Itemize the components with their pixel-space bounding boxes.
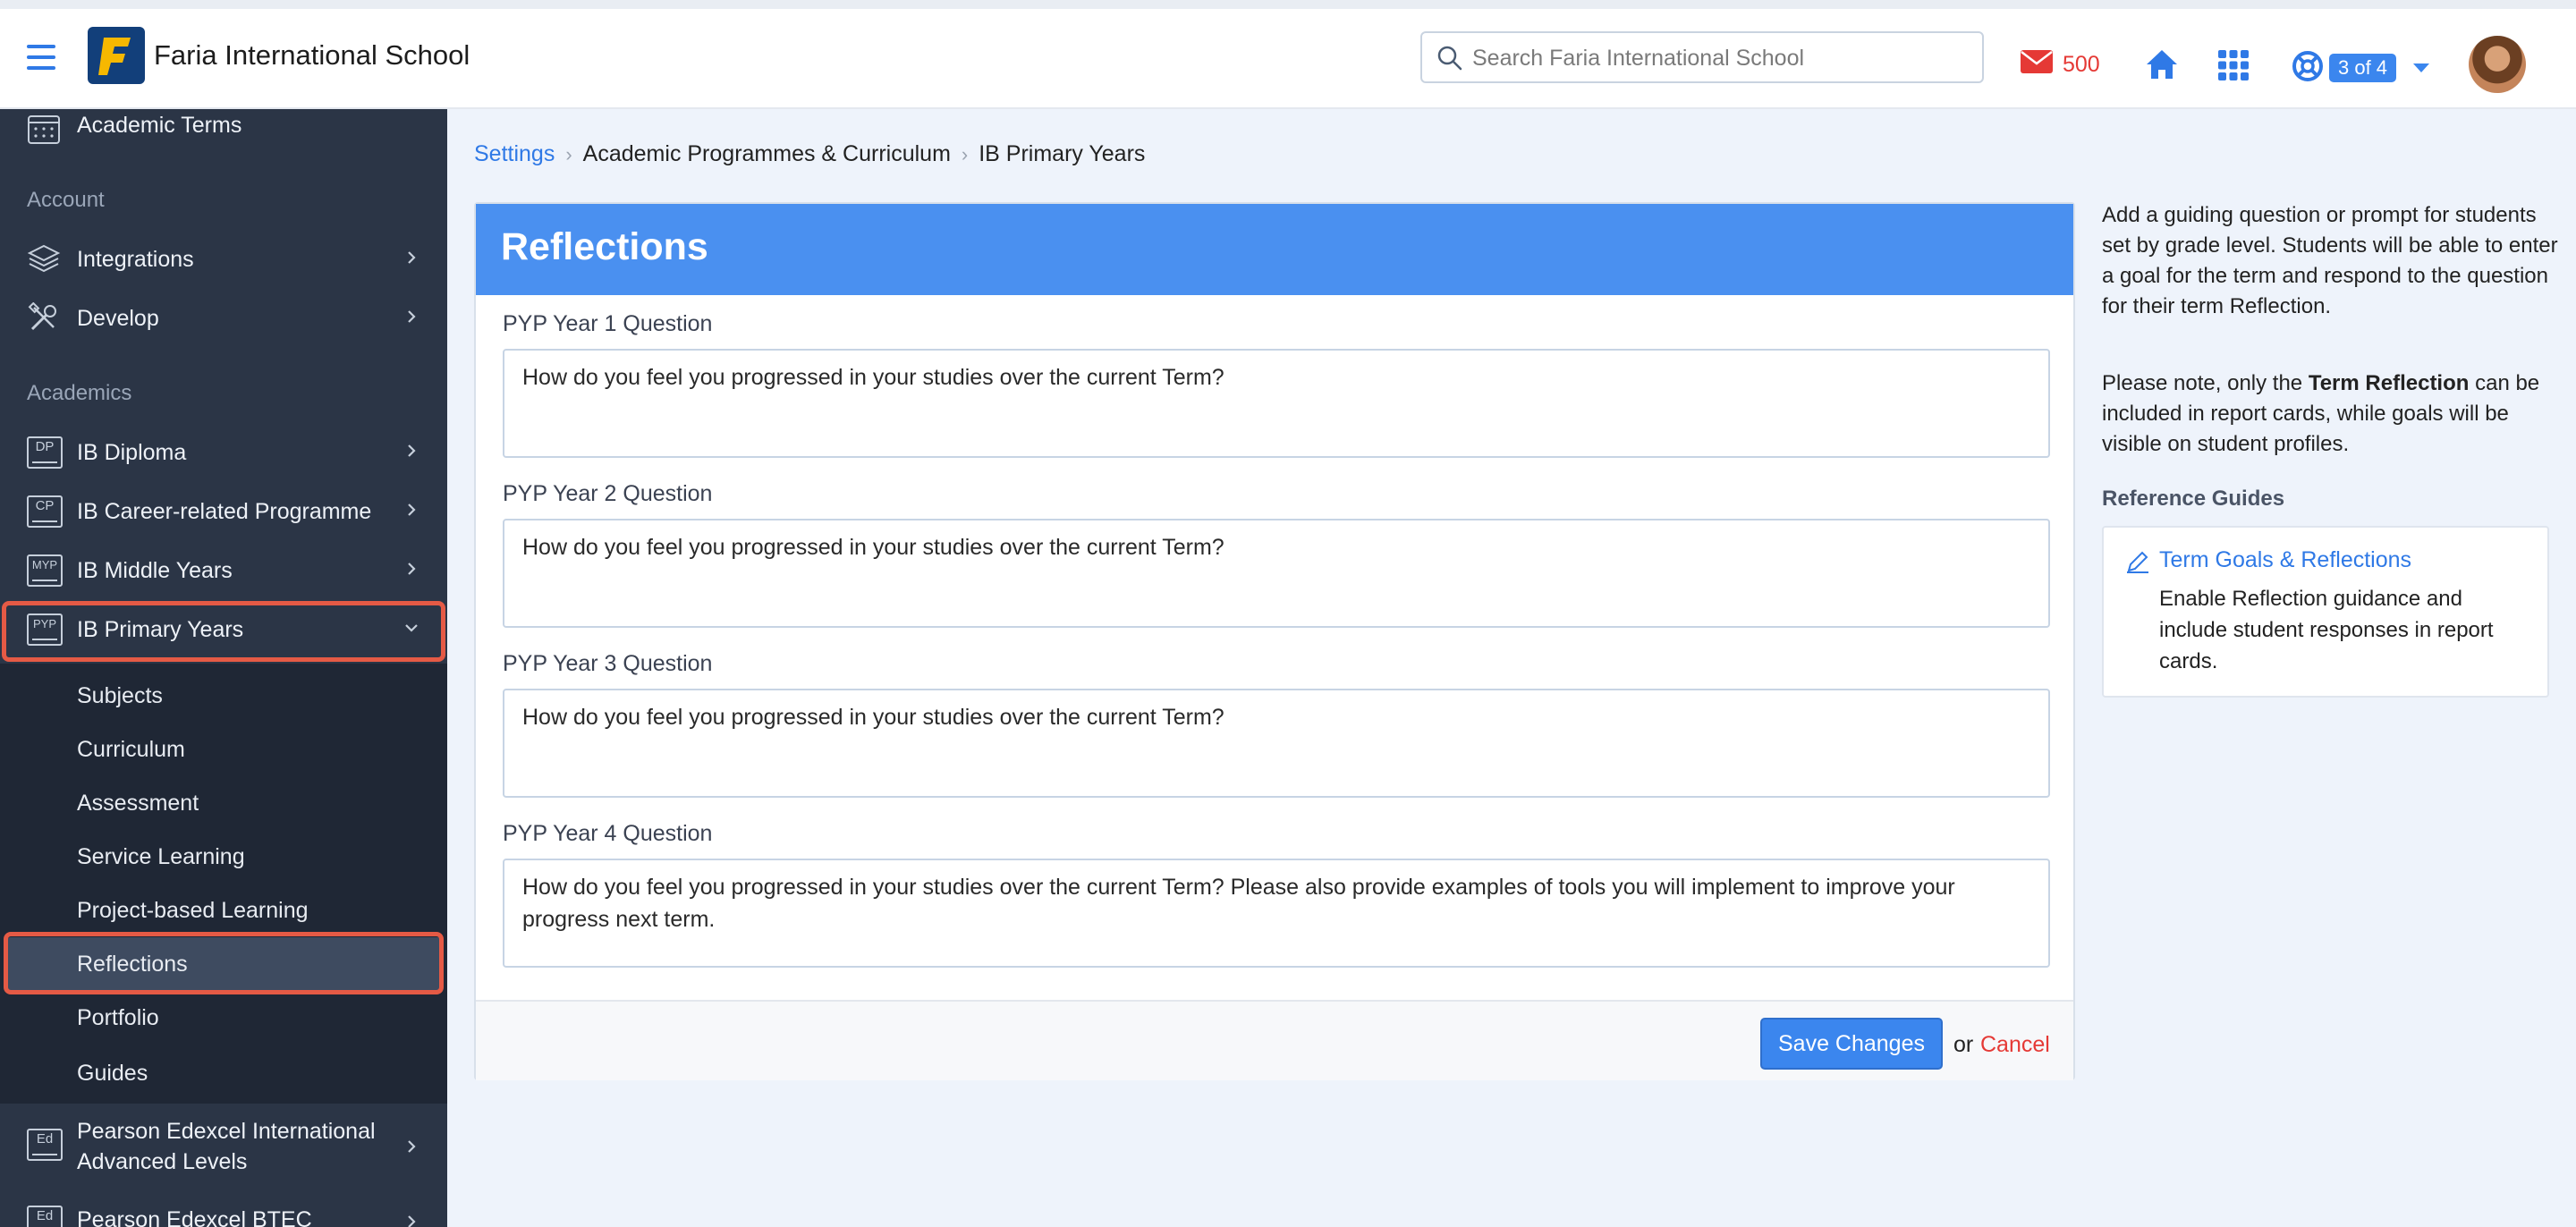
sidebar-item-label: IB Middle Years xyxy=(77,558,233,583)
sidebar-item-label-line2: Advanced Levels xyxy=(77,1149,248,1174)
help-note-before: Please note, only the xyxy=(2102,371,2309,395)
page-title: Reflections xyxy=(501,225,708,268)
search-input[interactable] xyxy=(1472,40,1973,76)
panel-header: Reflections xyxy=(476,204,2073,295)
sidebar-item-pearson-ial[interactable]: Ed Pearson Edexcel International Advance… xyxy=(0,1113,447,1180)
layers-icon xyxy=(27,244,61,273)
pyp-year-2-question-field[interactable]: How do you feel you progressed in your s… xyxy=(503,519,2050,628)
caret-down-icon[interactable] xyxy=(2413,63,2429,72)
sidebar-item-ib-diploma[interactable]: DP IB Diploma xyxy=(0,426,447,479)
chevron-right-icon xyxy=(408,251,416,264)
sidebar-item-label: Academic Terms xyxy=(77,113,242,138)
guide-description: Enable Reflection guidance and include s… xyxy=(2159,587,2494,673)
submenu-item-curriculum[interactable]: Curriculum xyxy=(77,737,185,763)
submenu-item-portfolio[interactable]: Portfolio xyxy=(77,1005,159,1031)
chevron-right-icon xyxy=(408,1140,416,1153)
breadcrumb: Settings › Academic Programmes & Curriculu… xyxy=(474,141,1145,167)
sidebar-item-integrations[interactable]: Integrations xyxy=(0,233,447,286)
or-text: or xyxy=(1953,1032,1974,1057)
sidebar-item-develop[interactable]: Develop xyxy=(0,292,447,345)
pyp-year-4-question-field[interactable]: How do you feel you progressed in your s… xyxy=(503,859,2050,968)
sidebar-item-label: Pearson Edexcel BTEC xyxy=(77,1207,312,1227)
reflections-panel: Reflections PYP Year 1 Question How do y… xyxy=(474,202,2075,1080)
sidebar-item-label: Integrations xyxy=(77,247,194,272)
ed-badge-icon: Ed xyxy=(27,1206,63,1227)
myp-badge-icon: MYP xyxy=(27,554,63,587)
mail-count[interactable]: 500 xyxy=(2063,52,2100,78)
chevron-right-icon xyxy=(408,563,416,575)
guide-link-term-goals[interactable]: Term Goals & Reflections xyxy=(2159,547,2411,573)
search-icon xyxy=(1437,46,1462,71)
pyp-submenu: Subjects Curriculum Assessment Service L… xyxy=(0,664,447,1104)
submenu-item-assessment[interactable]: Assessment xyxy=(77,791,199,817)
help-note: Please note, only the Term Reflection ca… xyxy=(2102,368,2558,460)
cp-badge-icon: CP xyxy=(27,495,63,528)
pyp-year-1-question-field[interactable]: How do you feel you progressed in your s… xyxy=(503,349,2050,458)
pyp-year-3-question-field[interactable]: How do you feel you progressed in your s… xyxy=(503,689,2050,798)
submenu-item-guides[interactable]: Guides xyxy=(77,1061,148,1087)
sidebar-item-ib-career[interactable]: CP IB Career-related Programme xyxy=(0,485,447,538)
sidebar-item-label: IB Diploma xyxy=(77,440,187,465)
apps-grid-icon[interactable] xyxy=(2218,50,2249,80)
panel-footer: Save Changes or Cancel xyxy=(476,1000,2073,1080)
ed-badge-icon: Ed xyxy=(27,1129,63,1161)
help-count-badge[interactable]: 3 of 4 xyxy=(2329,54,2397,82)
question-label: PYP Year 1 Question xyxy=(503,311,713,336)
submenu-item-subjects[interactable]: Subjects xyxy=(77,683,163,709)
breadcrumb-programmes[interactable]: Academic Programmes & Curriculum xyxy=(583,141,951,166)
sidebar-item-label: Develop xyxy=(77,306,159,331)
highlight-ib-primary-years xyxy=(2,601,445,662)
question-label: PYP Year 4 Question xyxy=(503,821,713,846)
save-button[interactable]: Save Changes xyxy=(1760,1018,1943,1070)
search-box[interactable] xyxy=(1420,31,1984,83)
cancel-link[interactable]: Cancel xyxy=(1980,1032,2050,1058)
chevron-right-icon xyxy=(408,444,416,457)
sidebar-heading-account: Account xyxy=(27,188,105,212)
breadcrumb-separator-icon: › xyxy=(961,143,969,165)
top-bar: Faria International School 500 3 of 4 xyxy=(0,0,2576,109)
calendar-icon xyxy=(28,115,60,144)
school-name[interactable]: Faria International School xyxy=(154,39,470,72)
reference-guides-heading: Reference Guides xyxy=(2102,487,2285,511)
lifebuoy-icon[interactable] xyxy=(2292,50,2324,82)
help-intro: Add a guiding question or prompt for stu… xyxy=(2102,203,2558,318)
mail-icon[interactable] xyxy=(2020,48,2054,75)
sidebar-item-pearson-btec[interactable]: Ed Pearson Edexcel BTEC xyxy=(0,1197,447,1227)
dp-badge-icon: DP xyxy=(27,436,63,469)
question-label: PYP Year 3 Question xyxy=(503,651,713,676)
chevron-right-icon xyxy=(408,310,416,323)
chevron-right-icon xyxy=(408,1215,416,1227)
home-icon[interactable] xyxy=(2145,48,2179,80)
question-label: PYP Year 2 Question xyxy=(503,481,713,506)
sidebar-heading-academics: Academics xyxy=(27,381,132,405)
tools-icon xyxy=(28,302,56,331)
highlight-reflections xyxy=(4,932,444,994)
reference-guide-card: Term Goals & Reflections Enable Reflecti… xyxy=(2102,526,2549,698)
sidebar: Academic Terms Account Integrations Deve… xyxy=(0,109,447,1227)
help-note-bold: Term Reflection xyxy=(2308,371,2470,395)
sidebar-item-ib-middle-years[interactable]: MYP IB Middle Years xyxy=(0,544,447,597)
submenu-item-service-learning[interactable]: Service Learning xyxy=(77,844,245,870)
submenu-item-project-based-learning[interactable]: Project-based Learning xyxy=(77,898,309,924)
menu-icon[interactable] xyxy=(27,45,55,73)
sidebar-item-academic-terms[interactable]: Academic Terms xyxy=(0,109,447,163)
school-logo[interactable] xyxy=(88,27,145,84)
breadcrumb-current: IB Primary Years xyxy=(979,141,1146,166)
chevron-right-icon xyxy=(408,503,416,516)
pencil-icon xyxy=(2127,551,2148,573)
breadcrumb-separator-icon: › xyxy=(565,143,572,165)
breadcrumb-settings[interactable]: Settings xyxy=(474,141,555,166)
sidebar-item-label: IB Career-related Programme xyxy=(77,499,372,524)
sidebar-item-label: Pearson Edexcel International Advanced L… xyxy=(77,1116,376,1177)
user-avatar[interactable] xyxy=(2469,36,2526,93)
sidebar-item-label-line1: Pearson Edexcel International xyxy=(77,1119,376,1144)
